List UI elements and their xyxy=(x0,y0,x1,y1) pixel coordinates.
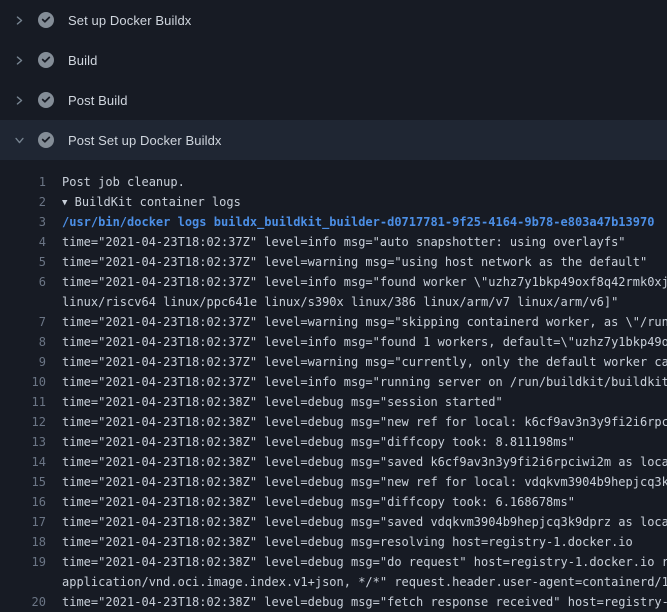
log-line: 8 time="2021-04-23T18:02:37Z" level=info… xyxy=(0,332,667,352)
workflow-log-viewer: Set up Docker Buildx Build P xyxy=(0,0,667,612)
log-line: 20 time="2021-04-23T18:02:38Z" level=deb… xyxy=(0,592,667,612)
log-line-text: application/vnd.oci.image.index.v1+json,… xyxy=(62,572,667,592)
log-line-text: time="2021-04-23T18:02:37Z" level=warnin… xyxy=(62,312,667,332)
log-line: 9 time="2021-04-23T18:02:37Z" level=warn… xyxy=(0,352,667,372)
log-line-text: time="2021-04-23T18:02:37Z" level=warnin… xyxy=(62,352,667,372)
log-line: 6 time="2021-04-23T18:02:37Z" level=info… xyxy=(0,272,667,292)
log-line: 13 time="2021-04-23T18:02:38Z" level=deb… xyxy=(0,432,667,452)
log-line-number[interactable]: 12 xyxy=(0,412,46,432)
log-line-number[interactable]: 20 xyxy=(0,592,46,612)
log-line: 14 time="2021-04-23T18:02:38Z" level=deb… xyxy=(0,452,667,472)
log-line[interactable]: 2 ▼ BuildKit container logs xyxy=(0,192,667,212)
log-line-text: linux/riscv64 linux/ppc641e linux/s390x … xyxy=(62,292,618,312)
chevron-icon[interactable] xyxy=(13,54,25,66)
log-line: 10 time="2021-04-23T18:02:37Z" level=inf… xyxy=(0,372,667,392)
log-line-number[interactable]: 14 xyxy=(0,452,46,472)
step-label: Set up Docker Buildx xyxy=(68,13,191,28)
log-line-text: ▼ BuildKit container logs xyxy=(62,192,241,212)
log-line-text: time="2021-04-23T18:02:38Z" level=debug … xyxy=(62,492,575,512)
log-line-number[interactable] xyxy=(0,572,46,592)
log-line-text: time="2021-04-23T18:02:38Z" level=debug … xyxy=(62,552,667,572)
chevron-icon[interactable] xyxy=(13,14,25,26)
step-list: Set up Docker Buildx Build P xyxy=(0,0,667,160)
step-header[interactable]: Build xyxy=(0,40,667,80)
step-header[interactable]: Post Build xyxy=(0,80,667,120)
step-label: Build xyxy=(68,53,97,68)
log-line-text: time="2021-04-23T18:02:38Z" level=debug … xyxy=(62,472,667,492)
log-line-number[interactable]: 11 xyxy=(0,392,46,412)
log-line: 18 time="2021-04-23T18:02:38Z" level=deb… xyxy=(0,532,667,552)
log-line-number[interactable]: 8 xyxy=(0,332,46,352)
log-line-number[interactable]: 7 xyxy=(0,312,46,332)
step-header[interactable]: Post Set up Docker Buildx xyxy=(0,120,667,160)
group-toggle-icon[interactable]: ▼ xyxy=(62,193,67,212)
log-line-text: time="2021-04-23T18:02:38Z" level=debug … xyxy=(62,412,667,432)
log-line-text: time="2021-04-23T18:02:38Z" level=debug … xyxy=(62,532,633,552)
log-line-text: /usr/bin/docker logs buildx_buildkit_bui… xyxy=(62,212,654,232)
log-line-text: time="2021-04-23T18:02:37Z" level=warnin… xyxy=(62,252,647,272)
log-line-text: time="2021-04-23T18:02:38Z" level=debug … xyxy=(62,392,503,412)
log-line: linux/riscv64 linux/ppc641e linux/s390x … xyxy=(0,292,667,312)
log-line-number[interactable]: 4 xyxy=(0,232,46,252)
log-line: 5 time="2021-04-23T18:02:37Z" level=warn… xyxy=(0,252,667,272)
log-line-number[interactable]: 18 xyxy=(0,532,46,552)
log-line-number[interactable]: 2 xyxy=(0,192,46,212)
log-line-text: time="2021-04-23T18:02:37Z" level=info m… xyxy=(62,232,626,252)
log-line-number[interactable]: 6 xyxy=(0,272,46,292)
log-line-text: time="2021-04-23T18:02:38Z" level=debug … xyxy=(62,512,667,532)
check-circle-icon xyxy=(38,12,54,28)
log-line: 3 /usr/bin/docker logs buildx_buildkit_b… xyxy=(0,212,667,232)
log-line: 16 time="2021-04-23T18:02:38Z" level=deb… xyxy=(0,492,667,512)
log-line-text: time="2021-04-23T18:02:37Z" level=info m… xyxy=(62,332,667,352)
log-line-text: Post job cleanup. xyxy=(62,172,185,192)
log-line-text: time="2021-04-23T18:02:37Z" level=info m… xyxy=(62,372,667,392)
log-line-text: time="2021-04-23T18:02:38Z" level=debug … xyxy=(62,432,575,452)
log-line: 17 time="2021-04-23T18:02:38Z" level=deb… xyxy=(0,512,667,532)
log-line-text: time="2021-04-23T18:02:37Z" level=info m… xyxy=(62,272,667,292)
log-line-number[interactable]: 13 xyxy=(0,432,46,452)
log-line-number[interactable]: 10 xyxy=(0,372,46,392)
log-line: 4 time="2021-04-23T18:02:37Z" level=info… xyxy=(0,232,667,252)
log-line: 7 time="2021-04-23T18:02:37Z" level=warn… xyxy=(0,312,667,332)
log-line: application/vnd.oci.image.index.v1+json,… xyxy=(0,572,667,592)
step-label: Post Set up Docker Buildx xyxy=(68,133,222,148)
log-line: 19 time="2021-04-23T18:02:38Z" level=deb… xyxy=(0,552,667,572)
log-line: 1 Post job cleanup. xyxy=(0,172,667,192)
step-label: Post Build xyxy=(68,93,128,108)
log-line-number[interactable]: 1 xyxy=(0,172,46,192)
check-circle-icon xyxy=(38,92,54,108)
check-circle-icon xyxy=(38,52,54,68)
group-title: BuildKit container logs xyxy=(67,195,240,209)
log-line-number[interactable]: 5 xyxy=(0,252,46,272)
chevron-icon[interactable] xyxy=(13,134,25,146)
log-line-number[interactable]: 3 xyxy=(0,212,46,232)
log-line-text: time="2021-04-23T18:02:38Z" level=debug … xyxy=(62,592,667,612)
log-line: 11 time="2021-04-23T18:02:38Z" level=deb… xyxy=(0,392,667,412)
log-line-number[interactable] xyxy=(0,292,46,312)
log-line-text: time="2021-04-23T18:02:38Z" level=debug … xyxy=(62,452,667,472)
log-line: 15 time="2021-04-23T18:02:38Z" level=deb… xyxy=(0,472,667,492)
step-header[interactable]: Set up Docker Buildx xyxy=(0,0,667,40)
log-line-number[interactable]: 16 xyxy=(0,492,46,512)
check-circle-icon xyxy=(38,132,54,148)
log-line-number[interactable]: 15 xyxy=(0,472,46,492)
log-line-number[interactable]: 19 xyxy=(0,552,46,572)
log-line-number[interactable]: 17 xyxy=(0,512,46,532)
log-area: 1 Post job cleanup. 2 ▼ BuildKit contain… xyxy=(0,160,667,612)
log-line-number[interactable]: 9 xyxy=(0,352,46,372)
chevron-icon[interactable] xyxy=(13,94,25,106)
log-line: 12 time="2021-04-23T18:02:38Z" level=deb… xyxy=(0,412,667,432)
